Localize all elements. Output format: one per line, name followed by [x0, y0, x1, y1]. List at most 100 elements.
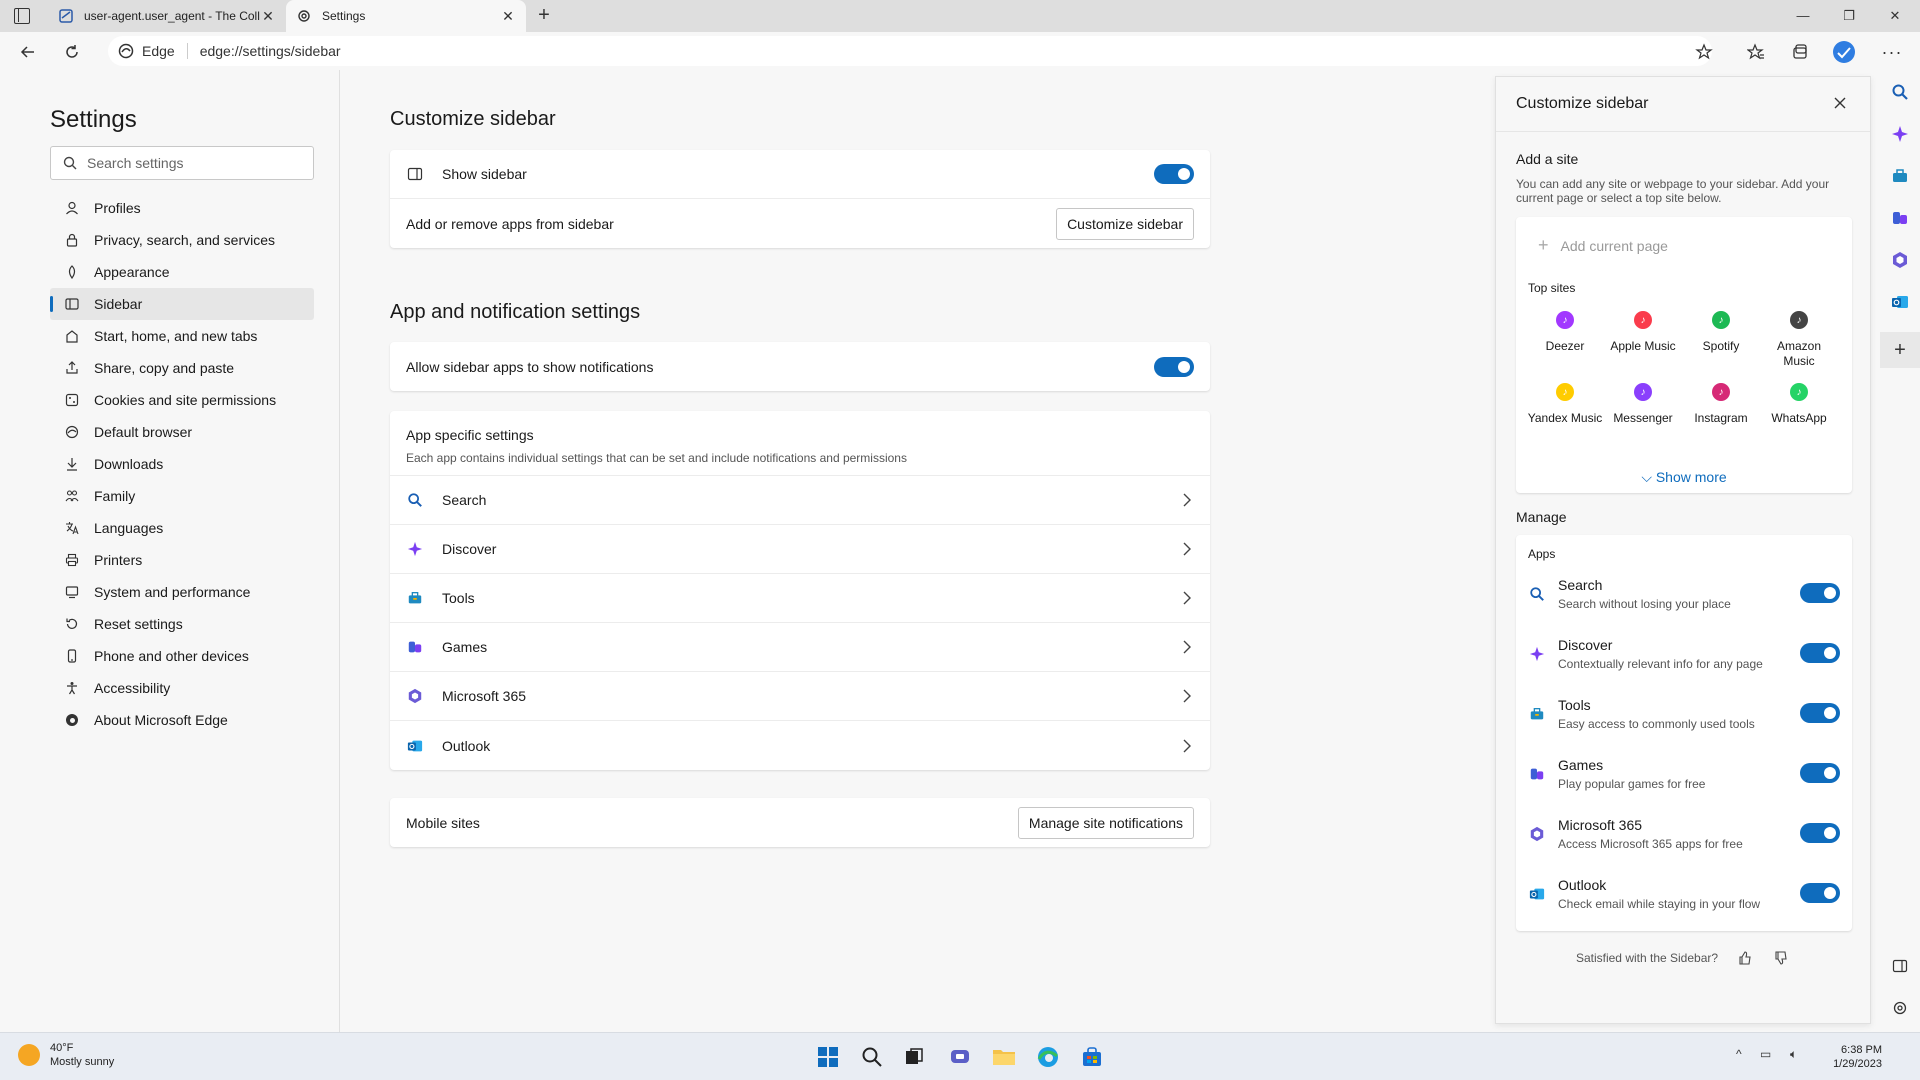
file-explorer-button[interactable] [990, 1043, 1018, 1071]
app-row-games[interactable]: Games [390, 623, 1210, 672]
close-tab-icon[interactable]: ✕ [260, 8, 276, 25]
top-site-yandex-music[interactable]: ♪ Yandex Music [1526, 383, 1604, 426]
new-tab-button[interactable]: + [532, 4, 556, 28]
top-site-whatsapp[interactable]: ♪ WhatsApp [1760, 383, 1838, 426]
sidebar-item-printers[interactable]: Printers [50, 544, 314, 576]
microsoft-365-toggle[interactable] [1800, 823, 1840, 843]
document-icon [59, 9, 73, 23]
task-view-icon [906, 1048, 923, 1064]
sidebar-item-reset-settings[interactable]: Reset settings [50, 608, 314, 640]
start-button[interactable] [814, 1043, 842, 1071]
feedback-text: Satisfied with the Sidebar? [1575, 951, 1719, 965]
games-toggle[interactable] [1800, 763, 1840, 783]
tools-toggle[interactable] [1800, 703, 1840, 723]
sidebar-item-profiles[interactable]: Profiles [50, 192, 314, 224]
manage-app-name: Microsoft 365 [1558, 817, 1643, 833]
top-site-amazon-music[interactable]: ♪ Amazon Music [1760, 311, 1838, 369]
network-icon[interactable]: ▭ [1760, 1047, 1771, 1061]
sidebar-item-accessibility[interactable]: Accessibility [50, 672, 314, 704]
sidebar-microsoft365-icon[interactable] [1888, 248, 1912, 272]
sidebar-item-family[interactable]: Family [50, 480, 314, 512]
allow-notifications-toggle[interactable] [1154, 356, 1194, 377]
top-site-apple-music[interactable]: ♪ Apple Music [1604, 311, 1682, 369]
show-sidebar-toggle[interactable] [1154, 164, 1194, 184]
sidebar-item-appearance[interactable]: Appearance [50, 256, 314, 288]
app-row-discover[interactable]: Discover [390, 525, 1210, 574]
app-row-outlook[interactable]: Outlook [390, 721, 1210, 770]
add-current-page-button[interactable]: + Add current page [1538, 235, 1668, 256]
refresh-button[interactable] [58, 38, 86, 66]
app-row-tools[interactable]: Tools [390, 574, 1210, 623]
teams-chat-button[interactable] [946, 1043, 974, 1071]
close-tab-icon[interactable]: ✕ [500, 8, 516, 25]
sidebar-item-share-copy-and-paste[interactable]: Share, copy and paste [50, 352, 314, 384]
taskbar-clock[interactable]: 6:38 PM 1/29/2023 [1820, 1043, 1882, 1071]
sidebar-games-icon[interactable] [1888, 206, 1912, 230]
sidebar-item-label: Share, copy and paste [94, 360, 235, 376]
sidebar-item-system-and-performance[interactable]: System and performance [50, 576, 314, 608]
edge-chip[interactable]: Edge [118, 43, 175, 59]
profile-button[interactable] [1830, 38, 1858, 66]
sidebar-item-languages[interactable]: Languages [50, 512, 314, 544]
back-button[interactable] [14, 38, 42, 66]
thumbs-up-icon[interactable] [1736, 949, 1754, 967]
chevron-right-icon [1180, 542, 1194, 556]
close-window-icon[interactable]: ✕ [1872, 0, 1918, 32]
sidebar-item-phone-and-other-devices[interactable]: Phone and other devices [50, 640, 314, 672]
app-row-microsoft-365[interactable]: Microsoft 365 [390, 672, 1210, 721]
show-more-button[interactable]: ⌵ Show more [1516, 469, 1852, 486]
sidebar-item-sidebar[interactable]: Sidebar [50, 288, 314, 320]
top-sites-label: Top sites [1528, 281, 1576, 295]
top-site-messenger[interactable]: ♪ Messenger [1604, 383, 1682, 426]
collections-button[interactable] [1786, 38, 1814, 66]
discover-toggle[interactable] [1800, 643, 1840, 663]
address-bar[interactable]: Edge edge://settings/sidebar [108, 36, 1712, 66]
sidebar-item-cookies-and-site-permissions[interactable]: Cookies and site permissions [50, 384, 314, 416]
app-label: Microsoft 365 [442, 688, 527, 704]
customize-sidebar-button[interactable]: Customize sidebar [1056, 207, 1194, 240]
weather-widget[interactable]: 40°F Mostly sunny [18, 1041, 114, 1069]
sidebar-outlook-icon[interactable] [1888, 290, 1912, 314]
more-menu-button[interactable]: ··· [1878, 38, 1906, 66]
sidebar-item-downloads[interactable]: Downloads [50, 448, 314, 480]
taskbar-search-button[interactable] [858, 1043, 886, 1071]
store-button[interactable] [1078, 1043, 1106, 1071]
sidebar-hide-icon[interactable] [1888, 954, 1912, 978]
sidebar-item-default-browser[interactable]: Default browser [50, 416, 314, 448]
sidebar-search-icon[interactable] [1888, 80, 1912, 104]
app-row-search[interactable]: Search [390, 476, 1210, 525]
thumbs-down-icon[interactable] [1772, 949, 1790, 967]
weather-condition: Mostly sunny [50, 1056, 115, 1068]
add-favorite-button[interactable] [1690, 38, 1718, 66]
sidebar-item-about-microsoft-edge[interactable]: About Microsoft Edge [50, 704, 314, 736]
tab-settings[interactable]: Settings ✕ [286, 0, 526, 32]
edge-taskbar-button[interactable] [1034, 1043, 1062, 1071]
search-settings-input[interactable] [87, 155, 287, 171]
tab-actions-icon[interactable] [14, 8, 30, 24]
search-settings-box[interactable] [50, 146, 314, 180]
tab-user-agent[interactable]: user-agent.user_agent - The Coll ✕ [48, 0, 286, 32]
sidebar-settings-icon[interactable] [1888, 996, 1912, 1020]
favorites-button[interactable] [1742, 38, 1770, 66]
volume-icon[interactable]: 🔈︎ [1790, 1047, 1797, 1062]
close-panel-button[interactable] [1830, 93, 1850, 113]
tray-chevron-icon[interactable]: ^ [1736, 1047, 1742, 1061]
sidebar-add-icon[interactable]: + [1880, 332, 1920, 368]
nav-list: Profiles Privacy, search, and services App… [50, 192, 314, 736]
outlook-toggle[interactable] [1800, 883, 1840, 903]
task-view-button[interactable] [900, 1043, 928, 1071]
restore-icon[interactable]: ❐ [1826, 0, 1872, 32]
chat-icon [951, 1050, 969, 1063]
sidebar-tools-icon[interactable] [1888, 164, 1912, 188]
search-icon [406, 491, 424, 509]
search-toggle[interactable] [1800, 583, 1840, 603]
url-text[interactable]: edge://settings/sidebar [200, 43, 341, 59]
sidebar-discover-icon[interactable] [1888, 122, 1912, 146]
manage-site-notifications-button[interactable]: Manage site notifications [1017, 806, 1194, 839]
minimize-icon[interactable]: — [1780, 0, 1826, 32]
sidebar-item-start-home-and-new-tabs[interactable]: Start, home, and new tabs [50, 320, 314, 352]
top-site-spotify[interactable]: ♪ Spotify [1682, 311, 1760, 369]
top-site-instagram[interactable]: ♪ Instagram [1682, 383, 1760, 426]
top-site-deezer[interactable]: ♪ Deezer [1526, 311, 1604, 369]
sidebar-item-privacy-search-and-services[interactable]: Privacy, search, and services [50, 224, 314, 256]
